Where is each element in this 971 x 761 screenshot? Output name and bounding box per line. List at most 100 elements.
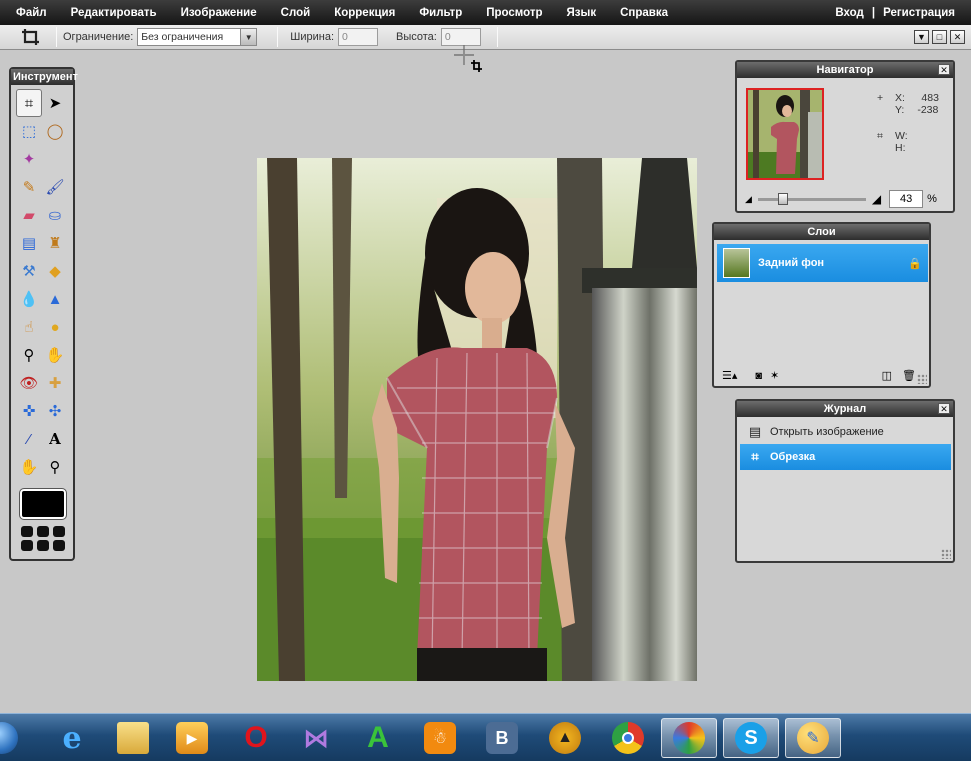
swatch-dot[interactable]: [53, 526, 65, 537]
width-field[interactable]: 0: [338, 28, 379, 46]
swatch-dot[interactable]: [21, 540, 33, 551]
crop-tool-icon: [22, 29, 39, 45]
chrome-icon[interactable]: [600, 718, 656, 758]
menu-file[interactable]: Файл: [0, 7, 59, 19]
marquee-icon[interactable]: ⬚: [16, 117, 42, 145]
hand-icon[interactable]: ✋: [16, 453, 42, 481]
zoom-icon[interactable]: ⚲: [42, 453, 68, 481]
media-player-icon[interactable]: ▶: [164, 718, 220, 758]
zoom-slider-handle[interactable]: [777, 192, 788, 205]
skype-icon[interactable]: S: [723, 718, 779, 758]
brush-icon[interactable]: 🖌: [42, 173, 68, 201]
menu-view[interactable]: Просмотр: [474, 7, 554, 19]
internet-explorer-icon[interactable]: e: [44, 718, 100, 758]
navigator-thumbnail[interactable]: [746, 88, 824, 180]
zoom-in-icon[interactable]: ◢: [872, 192, 881, 206]
eraser-icon[interactable]: ▰: [16, 201, 42, 229]
swatch-dot[interactable]: [21, 526, 33, 537]
sharpen-icon[interactable]: ▲: [42, 285, 68, 313]
visual-studio-icon[interactable]: ⋈: [288, 718, 344, 758]
dodge-icon[interactable]: ⚲: [16, 341, 42, 369]
zoom-out-icon[interactable]: ◢: [745, 194, 752, 205]
paint-icon[interactable]: ✎: [785, 718, 841, 758]
gradient-icon[interactable]: ▤: [16, 229, 42, 257]
clone-stamp-icon[interactable]: ♜: [42, 229, 68, 257]
options-divider: [56, 27, 57, 47]
history-item[interactable]: ▤ Открыть изображение: [740, 419, 951, 445]
zoom-slider[interactable]: [757, 192, 866, 205]
resize-grip-icon[interactable]: [941, 549, 951, 559]
menu-help[interactable]: Справка: [608, 7, 680, 19]
burn-icon[interactable]: ✋: [42, 341, 68, 369]
crop-icon[interactable]: ⌗: [16, 89, 42, 117]
layer-item[interactable]: Задний фон 🔒: [717, 244, 928, 282]
blur-icon[interactable]: 💧: [16, 285, 42, 313]
menu-layer[interactable]: Слой: [269, 7, 323, 19]
vk-label: B: [486, 722, 518, 754]
history-title-text: Журнал: [823, 403, 867, 415]
constraint-select[interactable]: Без ограничения ▼: [137, 28, 258, 46]
aimp-icon[interactable]: ▲: [537, 718, 593, 758]
move-icon[interactable]: ➤: [42, 89, 68, 117]
y-value: -238: [917, 104, 939, 116]
dropdown-icon[interactable]: ▼: [914, 30, 929, 44]
color-picker-icon[interactable]: ⁄: [16, 425, 42, 453]
opera-icon[interactable]: O: [228, 718, 284, 758]
lasso-icon[interactable]: ◯: [42, 117, 68, 145]
pencil-icon[interactable]: ✎: [16, 173, 42, 201]
menu-image[interactable]: Изображение: [169, 7, 269, 19]
crop-cursor-icon: [454, 45, 482, 72]
menu-separator: |: [871, 6, 876, 19]
red-eye-icon[interactable]: 👁: [16, 369, 42, 397]
trash-icon[interactable]: 🗑: [902, 369, 916, 382]
layers-title: Слои: [714, 224, 929, 240]
start-orb-icon[interactable]: [0, 718, 30, 758]
resize-grip-icon[interactable]: [917, 374, 927, 384]
history-panel: Журнал ✕ ▤ Открыть изображение ⌗ Обрезка: [735, 399, 955, 563]
taskbar: e ▶ O ⋈ A ☃ B ▲ S ✎: [0, 713, 971, 761]
primary-color-swatch[interactable]: [19, 488, 67, 520]
spot-heal-icon[interactable]: ✚: [42, 369, 68, 397]
zoom-input[interactable]: 43: [889, 190, 924, 208]
swatch-dot[interactable]: [37, 540, 49, 551]
browser-orb-icon[interactable]: [661, 718, 717, 758]
cursor-coordinates: + X: 483 Y: -238 ⌗ W: H:: [877, 92, 939, 154]
magic-wand-icon[interactable]: ✦: [16, 145, 42, 173]
close-icon[interactable]: ✕: [950, 30, 965, 44]
bloat-icon[interactable]: ✜: [16, 397, 42, 425]
swatch-dot[interactable]: [37, 526, 49, 537]
menu-adjustments[interactable]: Коррекция: [322, 7, 407, 19]
layer-settings-icon[interactable]: ☰▴: [722, 369, 737, 382]
smudge-icon[interactable]: ☝: [16, 313, 42, 341]
history-item-active[interactable]: ⌗ Обрезка: [740, 444, 951, 470]
swatch-dot[interactable]: [53, 540, 65, 551]
shape-icon[interactable]: ◆: [42, 257, 68, 285]
vk-icon[interactable]: B: [474, 718, 530, 758]
close-icon[interactable]: ✕: [938, 64, 950, 75]
login-link[interactable]: Вход: [835, 7, 863, 19]
paint-bucket-icon[interactable]: ⛀: [42, 201, 68, 229]
chevron-down-icon[interactable]: ▼: [240, 29, 257, 45]
odnoklassniki-icon[interactable]: ☃: [412, 718, 468, 758]
menu-edit[interactable]: Редактировать: [59, 7, 169, 19]
layer-mask-icon[interactable]: ◙: [755, 370, 762, 382]
document-canvas[interactable]: [257, 158, 697, 681]
new-layer-icon[interactable]: ◫: [882, 369, 892, 382]
height-label: Высота:: [396, 31, 437, 43]
x-label: X:: [895, 92, 905, 104]
layers-title-text: Слои: [807, 226, 836, 238]
color-replace-icon[interactable]: ⚒: [16, 257, 42, 285]
explorer-folder-icon[interactable]: [105, 718, 161, 758]
close-icon[interactable]: ✕: [938, 403, 950, 414]
sponge-icon[interactable]: ●: [42, 313, 68, 341]
layer-styles-icon[interactable]: ✶: [770, 369, 779, 382]
swatch-grid: [21, 526, 66, 551]
navigator-title: Навигатор ✕: [737, 62, 953, 78]
pinch-icon[interactable]: ✣: [42, 397, 68, 425]
register-link[interactable]: Регистрация: [883, 7, 955, 19]
menu-filter[interactable]: Фильтр: [407, 7, 474, 19]
type-icon[interactable]: A: [42, 425, 68, 453]
a-app-icon[interactable]: A: [350, 718, 406, 758]
menu-language[interactable]: Язык: [555, 7, 609, 19]
maximize-icon[interactable]: □: [932, 30, 947, 44]
